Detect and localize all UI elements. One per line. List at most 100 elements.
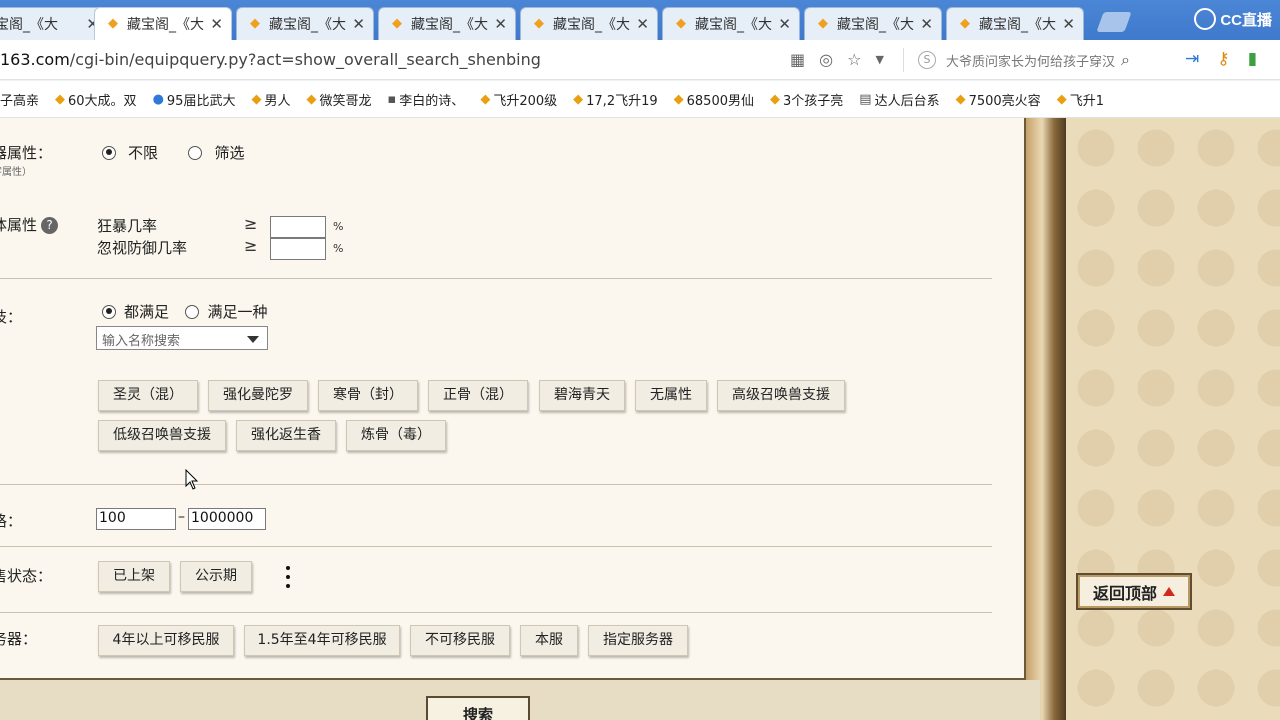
right-toolbar: ⇥ ⚷ ▮ xyxy=(1185,49,1257,69)
help-icon[interactable]: ? xyxy=(41,217,59,234)
skills-label: 技： xyxy=(0,308,23,326)
radio-label: 筛选 xyxy=(214,144,245,162)
bookmark-item[interactable]: ◆ 60大成。双 xyxy=(55,90,137,109)
qr-code-icon[interactable]: ▦ xyxy=(790,50,805,69)
server-chip[interactable]: 不可移民服 xyxy=(410,625,510,656)
skill-chip[interactable]: 正骨（混） xyxy=(428,380,528,411)
skill-chip[interactable]: 圣灵（混） xyxy=(98,380,198,411)
close-icon[interactable]: ✕ xyxy=(494,15,507,33)
address-tools: ▦ ◎ ☆ ▼ xyxy=(790,50,884,69)
new-tab-button[interactable] xyxy=(1096,12,1132,32)
radio-all-match[interactable]: 都满足 xyxy=(102,301,169,322)
back-to-top-button[interactable]: 返回顶部 xyxy=(1076,573,1192,610)
radio-dot-selected xyxy=(102,145,116,160)
search-icon[interactable]: ⌕ xyxy=(1121,50,1130,70)
skill-search-dropdown[interactable]: 输入名称搜索 xyxy=(96,326,268,350)
tab-title: 藏宝阁_《大 xyxy=(553,17,630,33)
close-icon[interactable]: ✕ xyxy=(636,15,649,33)
browser-tab-6[interactable]: ◆ 藏宝阁_《大 ✕ xyxy=(804,7,942,40)
skill-chip[interactable]: 寒骨（封） xyxy=(318,380,418,411)
bookmark-item[interactable]: ● 95届比武大 xyxy=(153,90,236,109)
search-text: 大爷质问家长为何给孩子穿汉 xyxy=(946,54,1116,70)
chevron-down-icon xyxy=(247,336,259,343)
browser-tab-5[interactable]: ◆ 藏宝阁_《大 ✕ xyxy=(662,7,800,40)
search-button[interactable]: 搜索 xyxy=(426,696,530,720)
more-options-icon[interactable] xyxy=(286,566,291,592)
browser-tab-1[interactable]: ◆ 藏宝阁_《大 ✕ xyxy=(94,7,232,40)
price-label: 格： xyxy=(0,512,23,530)
weapon-attr-label-text: 器属性： xyxy=(0,144,53,162)
bookmark-item[interactable]: ◆ 男人 xyxy=(251,90,290,109)
ignore-defense-input[interactable] xyxy=(270,238,326,260)
server-chip[interactable]: 本服 xyxy=(520,625,578,656)
search-engine-icon[interactable]: S xyxy=(918,51,936,69)
star-icon[interactable]: ☆ xyxy=(847,50,861,69)
radio-label: 都满足 xyxy=(124,303,170,321)
extension-icon[interactable]: ▮ xyxy=(1248,49,1257,69)
server-chip[interactable]: 指定服务器 xyxy=(588,625,688,656)
divider xyxy=(0,278,992,279)
sale-status-label: 售状态： xyxy=(0,567,53,585)
status-chip-on-sale[interactable]: 已上架 xyxy=(98,561,170,592)
range-dash: – xyxy=(178,509,185,525)
browser-tab-0[interactable]: 藏宝阁_《大 ✕ xyxy=(0,7,108,40)
reader-mode-icon[interactable]: ◎ xyxy=(819,50,833,69)
bookmark-item[interactable]: ◆ 微笑哥龙 xyxy=(306,90,371,109)
bookmark-item[interactable]: ▪ 李白的诗、 xyxy=(387,90,464,109)
divider xyxy=(0,612,992,613)
bookmark-item[interactable]: ◆ 3个孩子亮 xyxy=(770,90,843,109)
bookmark-item[interactable]: ▤ 达人后台系 xyxy=(859,90,939,109)
bookmark-item[interactable]: ◆ 飞升1 xyxy=(1057,90,1104,109)
skill-chip[interactable]: 强化返生香 xyxy=(236,420,336,451)
weapon-attr-options: 不限 筛选 xyxy=(102,142,270,164)
cc-logo-icon xyxy=(1194,8,1217,30)
mouse-cursor-icon xyxy=(185,469,199,490)
browser-tab-2[interactable]: ◆ 藏宝阁_《大 ✕ xyxy=(236,7,374,40)
chick-icon: ◆ xyxy=(480,91,491,107)
bookmark-item[interactable]: ◆ 7500亮火容 xyxy=(956,90,1041,109)
browser-tab-7[interactable]: ◆ 藏宝阁_《大 ✕ xyxy=(946,7,1084,40)
chick-icon: ◆ xyxy=(55,91,66,107)
dropdown-placeholder: 输入名称搜索 xyxy=(102,334,181,349)
crit-rate-input[interactable] xyxy=(270,216,326,238)
close-icon[interactable]: ✕ xyxy=(352,15,365,33)
skill-chip[interactable]: 高级召唤兽支援 xyxy=(717,380,845,411)
chick-icon: ◆ xyxy=(955,91,966,107)
close-icon[interactable]: ✕ xyxy=(778,15,791,33)
skill-chip[interactable]: 强化曼陀罗 xyxy=(208,380,308,411)
bookmark-item[interactable]: ◆ 68500男仙 xyxy=(674,90,754,109)
browser-tab-3[interactable]: ◆ 藏宝阁_《大 ✕ xyxy=(378,7,516,40)
close-icon[interactable]: ✕ xyxy=(1062,15,1075,33)
status-chip-public-period[interactable]: 公示期 xyxy=(180,561,252,592)
skill-chip[interactable]: 低级召唤兽支援 xyxy=(98,420,226,451)
server-chip[interactable]: 4年以上可移民服 xyxy=(98,625,234,656)
chevron-down-icon[interactable]: ▼ xyxy=(875,50,883,69)
chick-icon: ◆ xyxy=(673,91,684,107)
price-min-input[interactable]: 100 xyxy=(96,508,176,530)
radio-any-match[interactable]: 满足一种 xyxy=(185,301,267,322)
skill-chip[interactable]: 无属性 xyxy=(635,380,707,411)
close-icon[interactable]: ✕ xyxy=(920,15,933,33)
browser-tab-4[interactable]: ◆ 藏宝阁_《大 ✕ xyxy=(520,7,658,40)
radio-unlimited[interactable]: 不限 xyxy=(102,142,158,163)
skill-chip[interactable]: 炼骨（毒） xyxy=(346,420,446,451)
page-content: 器属性： 字属性） 不限 筛选 体属性? 狂暴几率 ≥ % 忽视防御几率 ≥ %… xyxy=(0,118,1280,720)
url-field[interactable]: 163.com/cgi-bin/equipquery.py?act=show_o… xyxy=(0,50,541,69)
special-attr-label-text: 体属性 xyxy=(0,216,38,234)
login-icon[interactable]: ⇥ xyxy=(1185,49,1199,69)
server-chip[interactable]: 1.5年至4年可移民服 xyxy=(244,625,400,656)
bookmark-item[interactable]: ◆ 17,2飞升19 xyxy=(573,90,658,109)
bookmark-item[interactable]: 子高亲 xyxy=(0,90,39,109)
price-max-input[interactable]: 1000000 xyxy=(188,508,266,530)
bookmark-label: 李白的诗、 xyxy=(399,93,465,109)
bookmark-label: 60大成。双 xyxy=(68,93,137,109)
key-icon[interactable]: ⚷ xyxy=(1217,49,1229,69)
radio-filter[interactable]: 筛选 xyxy=(188,142,244,163)
search-box[interactable]: S 大爷质问家长为何给孩子穿汉 ⌕ xyxy=(918,48,1168,72)
search-form-panel: 器属性： 字属性） 不限 筛选 体属性? 狂暴几率 ≥ % 忽视防御几率 ≥ %… xyxy=(0,118,1026,680)
bookmark-label: 微笑哥龙 xyxy=(319,93,372,109)
skill-chip[interactable]: 碧海青天 xyxy=(539,380,625,411)
bookmark-item[interactable]: ◆ 飞升200级 xyxy=(480,90,557,109)
tab-title: 藏宝阁_《大 xyxy=(269,17,346,33)
close-icon[interactable]: ✕ xyxy=(210,15,223,33)
